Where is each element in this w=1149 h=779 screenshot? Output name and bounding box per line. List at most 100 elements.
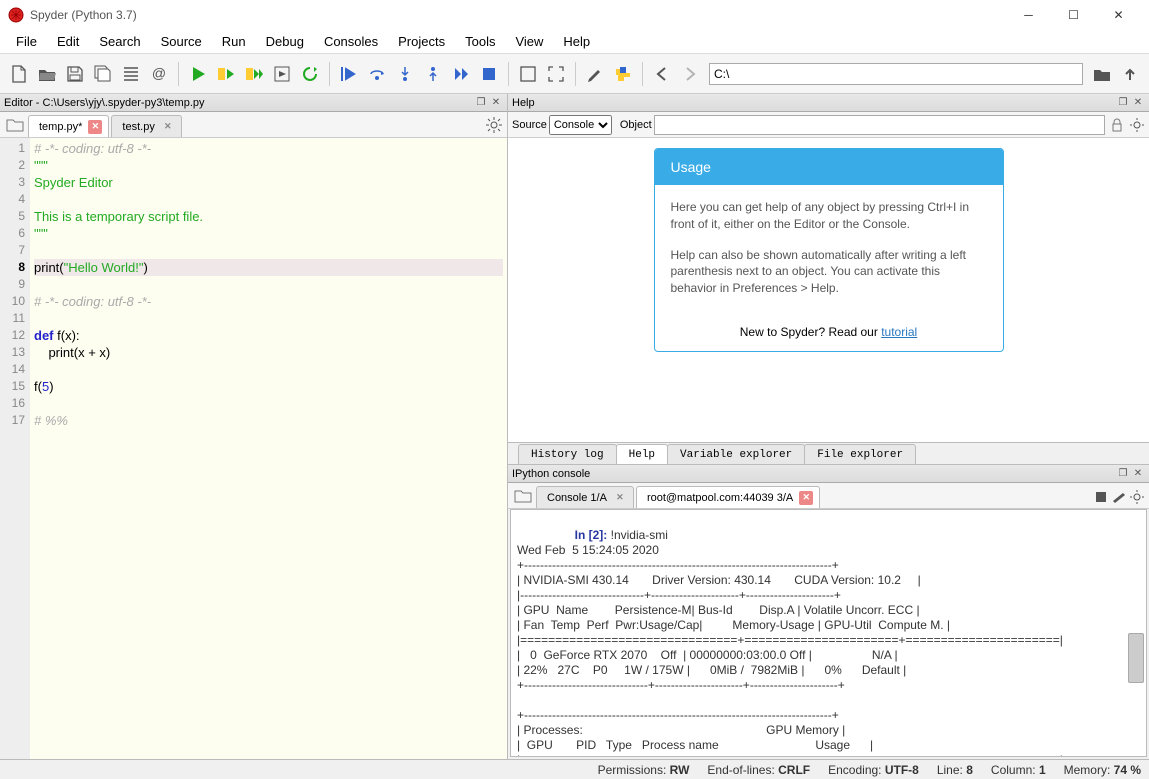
editor-options-icon[interactable]: [485, 116, 503, 134]
step-over-icon[interactable]: [364, 61, 390, 87]
status-line: Line: 8: [937, 763, 973, 777]
pane-tab-history-log[interactable]: History log: [518, 444, 617, 464]
menu-file[interactable]: File: [6, 31, 47, 52]
prompt-in: In [2]:: [575, 528, 611, 542]
minimize-button[interactable]: ─: [1006, 0, 1051, 30]
help-toolbar: Source Console Object: [508, 112, 1149, 138]
save-icon[interactable]: [62, 61, 88, 87]
ipython-close-icon[interactable]: ✕: [1131, 467, 1145, 481]
run-cell-advance-icon[interactable]: [241, 61, 267, 87]
help-undock-icon[interactable]: ❐: [1116, 96, 1130, 110]
menu-debug[interactable]: Debug: [256, 31, 314, 52]
forward-icon[interactable]: [677, 61, 703, 87]
console-tab[interactable]: root@matpool.com:44039 3/A✕: [636, 486, 820, 508]
menu-source[interactable]: Source: [151, 31, 212, 52]
pane-close-icon[interactable]: ✕: [489, 96, 503, 110]
back-icon[interactable]: [649, 61, 675, 87]
console-scrollbar[interactable]: [1128, 633, 1144, 683]
pane-tab-help[interactable]: Help: [616, 444, 668, 464]
help-content: Usage Here you can get help of any objec…: [508, 138, 1149, 442]
ipython-title-text: IPython console: [512, 468, 1115, 480]
browse-tabs-icon[interactable]: [6, 116, 24, 134]
line-gutter: 1234567891011121314151617: [0, 138, 30, 759]
run-icon[interactable]: [185, 61, 211, 87]
console-tabs: Console 1/A✕root@matpool.com:44039 3/A✕: [508, 483, 1149, 509]
close-tab-icon[interactable]: ✕: [799, 491, 813, 505]
new-file-icon[interactable]: [6, 61, 32, 87]
help-options-icon[interactable]: [1129, 117, 1145, 133]
status-eol: End-of-lines: CRLF: [707, 763, 810, 777]
status-memory: Memory: 74 %: [1064, 763, 1141, 777]
nvidia-smi-output: Wed Feb 5 15:24:05 2020 +---------------…: [517, 543, 1063, 757]
menu-view[interactable]: View: [505, 31, 553, 52]
code-editor[interactable]: 1234567891011121314151617 # -*- coding: …: [0, 138, 507, 759]
object-label: Object: [620, 119, 652, 131]
close-tab-icon[interactable]: ✕: [88, 120, 102, 134]
spyder-logo-icon: [8, 7, 24, 23]
at-icon[interactable]: @: [146, 61, 172, 87]
console-tab[interactable]: Console 1/A✕: [536, 486, 634, 508]
menu-run[interactable]: Run: [212, 31, 256, 52]
close-tab-icon[interactable]: ✕: [161, 120, 175, 134]
open-file-icon[interactable]: [34, 61, 60, 87]
step-out-icon[interactable]: [420, 61, 446, 87]
menu-edit[interactable]: Edit: [47, 31, 89, 52]
code-area[interactable]: # -*- coding: utf-8 -*- """ Spyder Edito…: [30, 138, 507, 759]
pane-tab-variable-explorer[interactable]: Variable explorer: [667, 444, 805, 464]
stop-kernel-icon[interactable]: [1093, 489, 1109, 505]
continue-icon[interactable]: [448, 61, 474, 87]
run-selection-icon[interactable]: [269, 61, 295, 87]
tutorial-link[interactable]: tutorial: [881, 325, 917, 339]
window-titlebar: Spyder (Python 3.7) ─ ☐ ✕: [0, 0, 1149, 30]
console-output[interactable]: In [2]: !nvidia-smi Wed Feb 5 15:24:05 2…: [510, 509, 1147, 757]
help-card-title: Usage: [655, 149, 1003, 185]
parent-dir-icon[interactable]: [1117, 61, 1143, 87]
menu-help[interactable]: Help: [553, 31, 600, 52]
debug-icon[interactable]: [336, 61, 362, 87]
stop-debug-icon[interactable]: [476, 61, 502, 87]
editor-pane-title: Editor - C:\Users\yjy\.spyder-py3\temp.p…: [0, 94, 507, 112]
help-close-icon[interactable]: ✕: [1131, 96, 1145, 110]
rerun-icon[interactable]: [297, 61, 323, 87]
pane-tab-file-explorer[interactable]: File explorer: [804, 444, 916, 464]
working-dir-input[interactable]: [709, 63, 1083, 85]
python-path-icon[interactable]: [610, 61, 636, 87]
help-tutorial-line: New to Spyder? Read our tutorial: [655, 325, 1003, 351]
svg-text:@: @: [152, 65, 166, 81]
editor-tabs: temp.py*✕test.py✕: [0, 112, 507, 138]
help-usage-card: Usage Here you can get help of any objec…: [654, 148, 1004, 352]
editor-tab[interactable]: test.py✕: [111, 115, 181, 137]
preferences-icon[interactable]: [582, 61, 608, 87]
menu-tools[interactable]: Tools: [455, 31, 505, 52]
object-input[interactable]: [654, 115, 1105, 135]
menu-search[interactable]: Search: [89, 31, 150, 52]
help-title-text: Help: [512, 97, 1115, 109]
ipython-undock-icon[interactable]: ❐: [1116, 467, 1130, 481]
pane-undock-icon[interactable]: ❐: [474, 96, 488, 110]
menu-projects[interactable]: Projects: [388, 31, 455, 52]
step-into-icon[interactable]: [392, 61, 418, 87]
editor-tab[interactable]: temp.py*✕: [28, 115, 109, 137]
close-tab-icon[interactable]: ✕: [613, 491, 627, 505]
fullscreen-icon[interactable]: [543, 61, 569, 87]
close-button[interactable]: ✕: [1096, 0, 1141, 30]
lock-icon[interactable]: [1109, 117, 1125, 133]
editor-title-text: Editor - C:\Users\yjy\.spyder-py3\temp.p…: [4, 97, 473, 109]
help-p1: Here you can get help of any object by p…: [671, 199, 987, 233]
run-cell-icon[interactable]: [213, 61, 239, 87]
source-select[interactable]: Console: [549, 115, 612, 135]
console-browse-icon[interactable]: [514, 487, 532, 505]
console-options-icon[interactable]: [1129, 489, 1145, 505]
status-encoding: Encoding: UTF-8: [828, 763, 919, 777]
browse-dir-icon[interactable]: [1089, 61, 1115, 87]
source-label: Source: [512, 119, 547, 131]
clear-console-icon[interactable]: [1111, 489, 1127, 505]
maximize-pane-icon[interactable]: [515, 61, 541, 87]
menu-consoles[interactable]: Consoles: [314, 31, 388, 52]
outline-icon[interactable]: [118, 61, 144, 87]
save-all-icon[interactable]: [90, 61, 116, 87]
maximize-button[interactable]: ☐: [1051, 0, 1096, 30]
console-cmd: !nvidia-smi: [611, 528, 668, 542]
menu-bar: FileEditSearchSourceRunDebugConsolesProj…: [0, 30, 1149, 54]
status-bar: Permissions: RW End-of-lines: CRLF Encod…: [0, 759, 1149, 779]
